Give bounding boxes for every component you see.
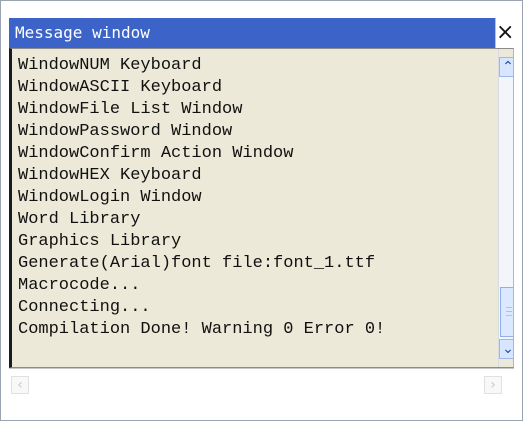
message-line: Compilation Done! Warning 0 Error 0! [18, 320, 386, 339]
message-line: Word Library [18, 210, 141, 229]
chevron-down-icon: ⌄ [502, 341, 514, 357]
message-line: Connecting... [18, 298, 151, 317]
thumb-grip-icon [506, 307, 512, 318]
close-button[interactable]: × [495, 18, 514, 48]
scroll-left-button[interactable]: ‹ [11, 376, 29, 394]
scroll-up-button[interactable]: ⌃ [499, 57, 514, 77]
message-line: Graphics Library [18, 232, 182, 251]
message-panel: WindowNUM Keyboard WindowASCII Keyboard … [9, 48, 514, 368]
chevron-left-icon: ‹ [17, 377, 23, 393]
message-line: WindowFile List Window [18, 100, 243, 119]
scroll-right-button[interactable]: › [484, 376, 502, 394]
message-line: WindowNUM Keyboard [18, 56, 202, 75]
message-line: WindowPassword Window [18, 122, 233, 141]
scroll-thumb[interactable] [500, 287, 513, 337]
message-line: WindowConfirm Action Window [18, 144, 294, 163]
message-line: WindowHEX Keyboard [18, 166, 202, 185]
window-title: Message window [15, 23, 150, 42]
scroll-down-button[interactable]: ⌄ [499, 339, 514, 359]
scroll-track[interactable] [499, 77, 513, 339]
message-window: Message window × WindowNUM Keyboard Wind… [0, 0, 523, 421]
close-icon: × [496, 20, 515, 45]
chevron-up-icon: ⌃ [502, 59, 514, 75]
title-bar: Message window × [9, 18, 514, 48]
horizontal-scrollbar[interactable]: ‹ › [9, 368, 514, 399]
message-line: Generate(Arial)font file:font_1.ttf [18, 254, 376, 273]
message-line: Macrocode... [18, 276, 141, 295]
message-line: WindowLogin Window [18, 188, 202, 207]
chevron-right-icon: › [490, 377, 496, 393]
message-line: WindowASCII Keyboard [18, 78, 223, 97]
message-list: WindowNUM Keyboard WindowASCII Keyboard … [18, 55, 488, 367]
vertical-scrollbar[interactable]: ⌃ ⌄ [498, 49, 514, 367]
